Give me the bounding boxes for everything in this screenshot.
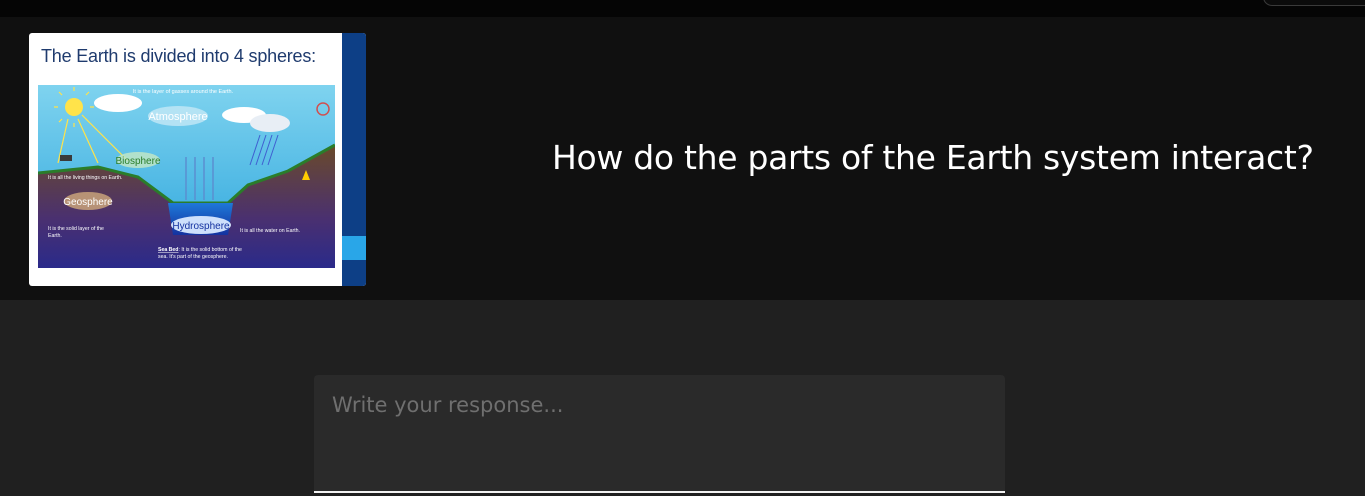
- seabed-description-line2: sea. It's part of the geosphere.: [158, 254, 228, 260]
- top-bar: [0, 0, 1365, 17]
- atmosphere-label: Atmosphere: [148, 111, 207, 123]
- earth-spheres-diagram: It is the layer of gasses around the Ear…: [38, 85, 335, 268]
- slide-title: The Earth is divided into 4 spheres:: [41, 46, 316, 66]
- seabed-description: : It is the solid bottom of the: [178, 247, 242, 253]
- question-text: How do the parts of the Earth system int…: [552, 138, 1314, 177]
- slide-image: The Earth is divided into 4 spheres: It …: [29, 33, 366, 286]
- biosphere-description: It is all the living things on Earth.: [48, 175, 122, 181]
- geosphere-description-line1: It is the solid layer of the: [48, 226, 104, 232]
- cloud-icon: [94, 94, 142, 112]
- response-input[interactable]: [314, 375, 1005, 491]
- slide-sidebar-accent: [342, 236, 366, 260]
- top-bar-control[interactable]: [1263, 0, 1365, 6]
- hydrosphere-description: It is all the water on Earth.: [240, 228, 300, 234]
- rain-cloud-icon: [250, 114, 290, 132]
- atmosphere-description: It is the layer of gasses around the Ear…: [133, 89, 234, 95]
- response-field[interactable]: [314, 375, 1005, 493]
- seabed-description-line1: Sea Bed: It is the solid bottom of the: [158, 247, 242, 253]
- geosphere-label: Geosphere: [63, 197, 113, 208]
- biosphere-label: Biosphere: [115, 156, 160, 167]
- seabed-term: Sea Bed: [158, 247, 178, 253]
- geosphere-description-line2: Earth.: [48, 233, 62, 239]
- hydrosphere-label: Hydrosphere: [172, 221, 230, 232]
